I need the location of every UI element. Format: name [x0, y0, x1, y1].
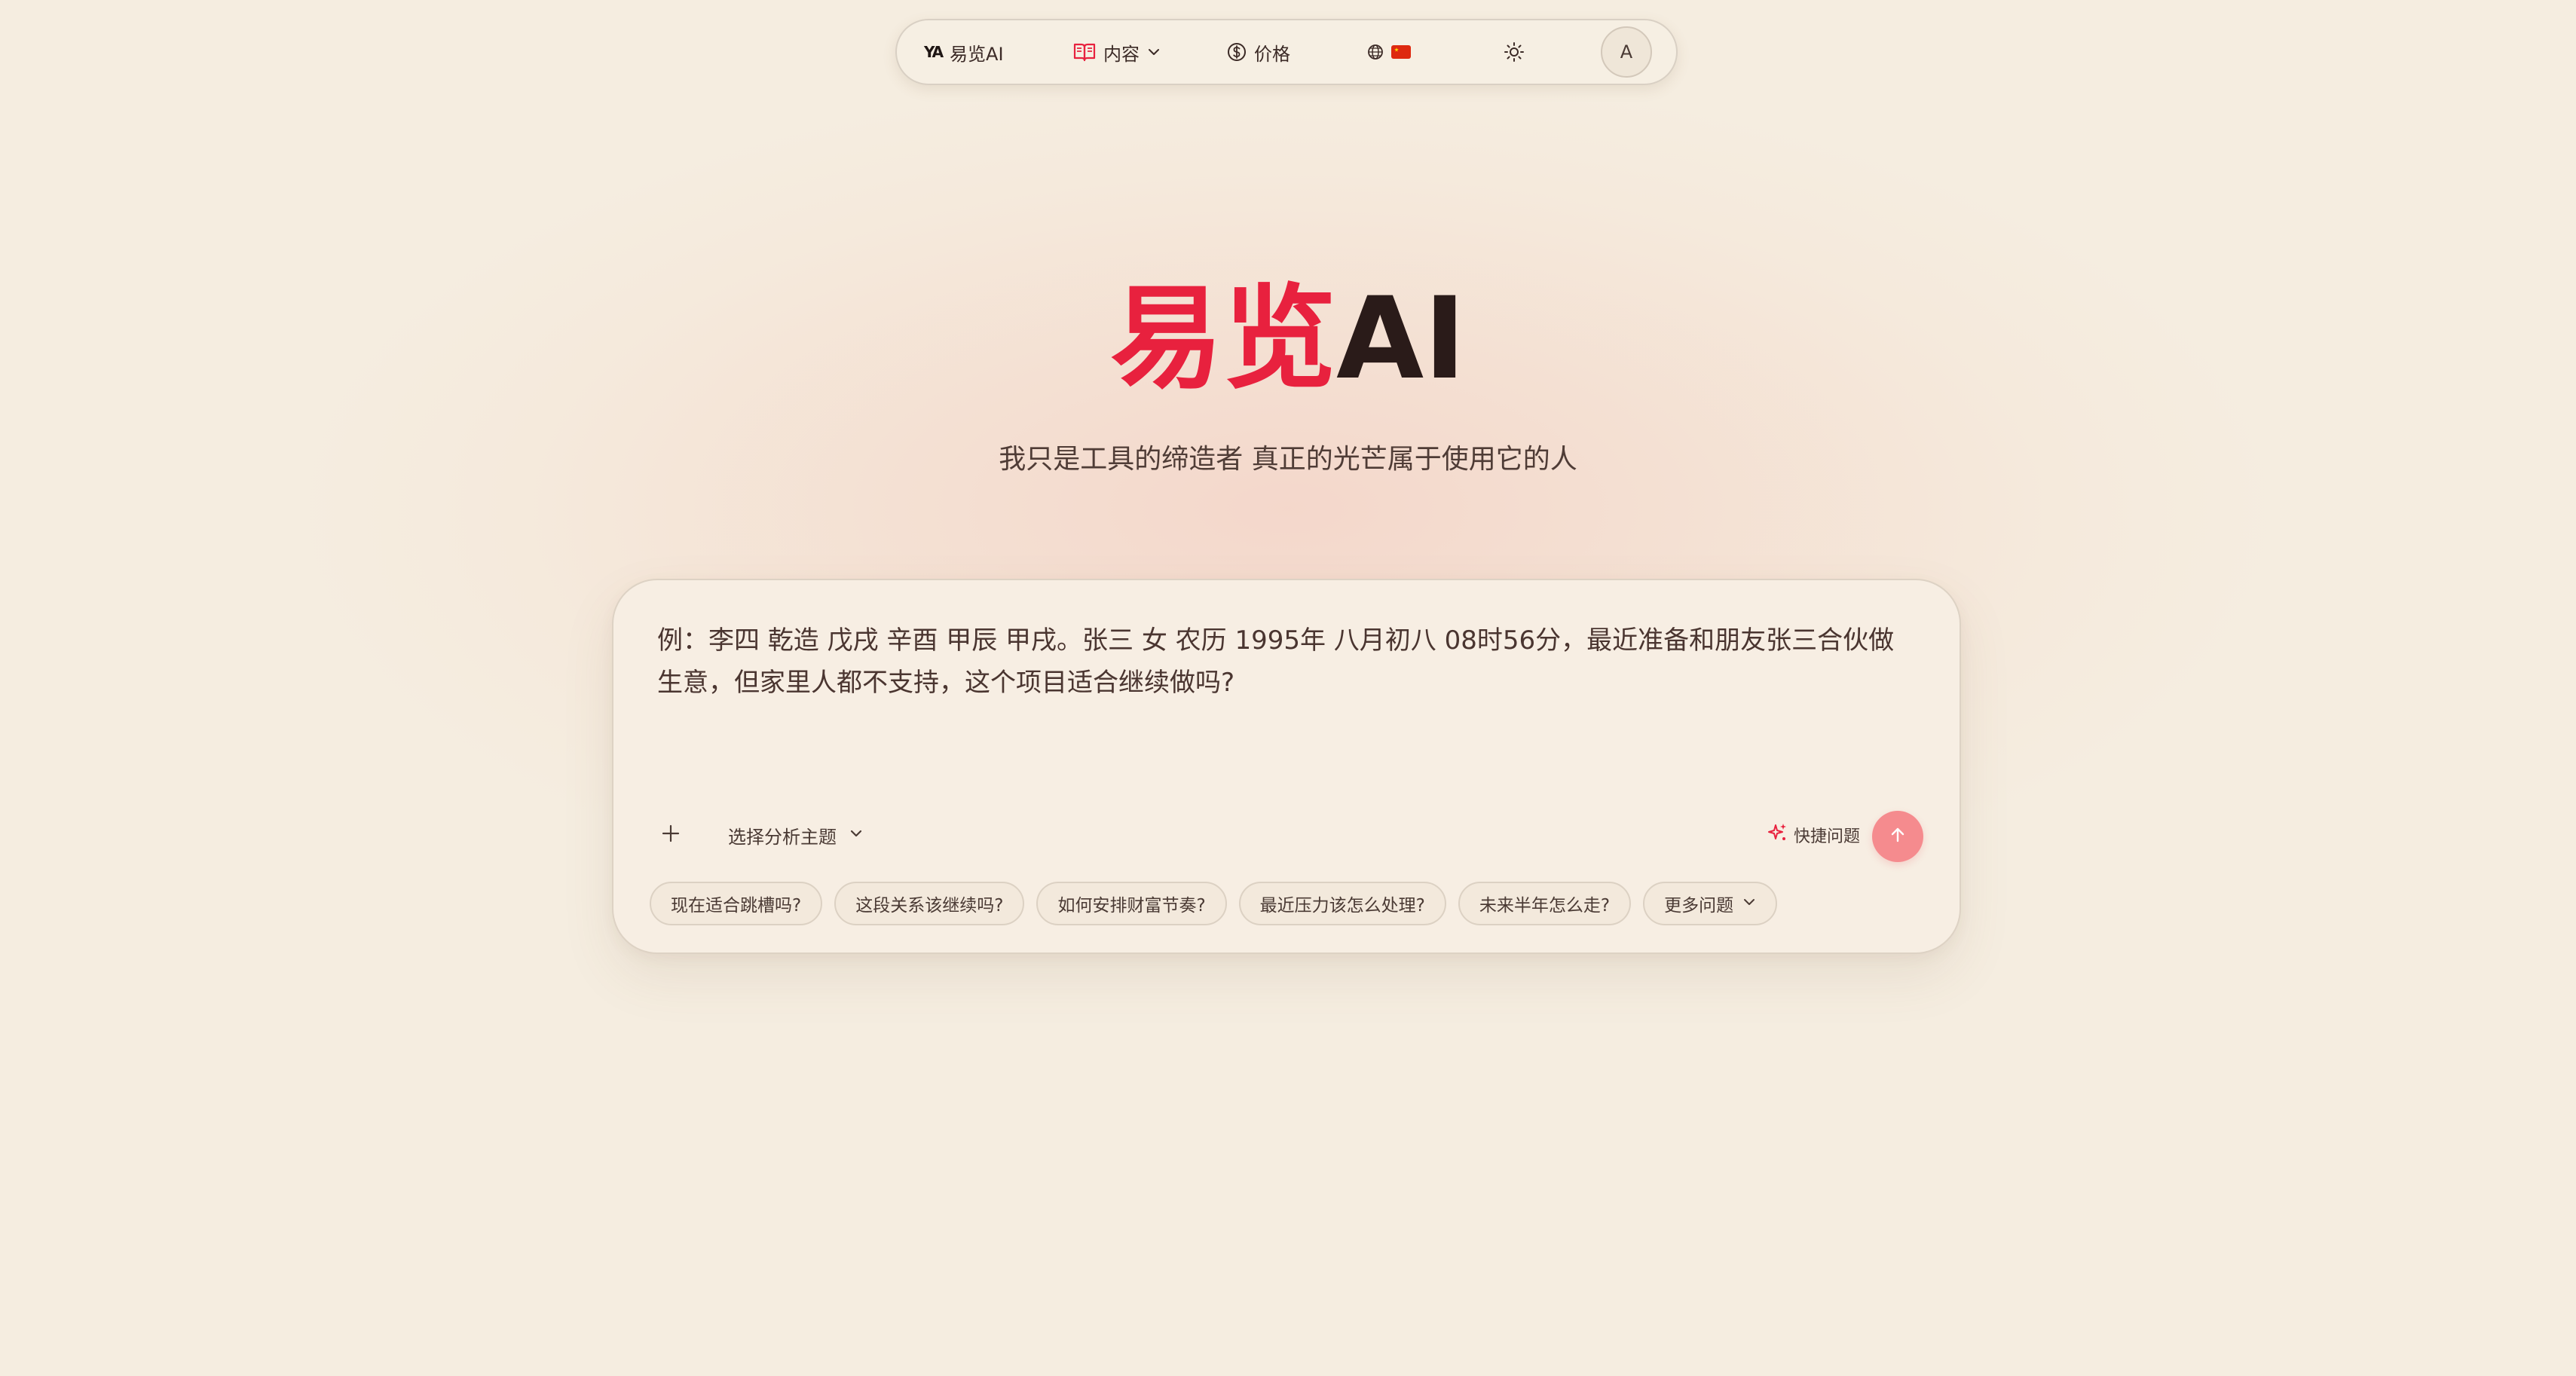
logo-icon: YA — [924, 43, 944, 61]
quick-questions-button[interactable]: 快捷问题 — [1767, 820, 1860, 850]
hero-title: 易览AI — [0, 268, 2576, 411]
plus-icon — [661, 824, 681, 846]
question-composer: 例：李四 乾造 戊戌 辛酉 甲辰 甲戌。张三 女 农历 1995年 八月初八 0… — [612, 579, 1961, 954]
language-switcher[interactable] — [1367, 20, 1411, 84]
hero-title-accent: 易览 — [1110, 274, 1337, 405]
chip-label: 更多问题 — [1664, 896, 1734, 916]
chip-label: 未来半年怎么走? — [1479, 896, 1611, 916]
top-nav: YA 易览AI 内容 价格 A — [895, 19, 1678, 85]
question-input[interactable]: 例：李四 乾造 戊戌 辛酉 甲辰 甲戌。张三 女 农历 1995年 八月初八 0… — [657, 619, 1908, 704]
topic-select-label: 选择分析主题 — [728, 826, 837, 848]
suggestion-chip[interactable]: 现在适合跳槽吗? — [650, 882, 823, 925]
book-icon — [1073, 42, 1096, 62]
send-button[interactable] — [1872, 811, 1923, 862]
dollar-circle-icon — [1227, 42, 1247, 62]
content-label: 内容 — [1103, 43, 1140, 65]
chip-label: 如何安排财富节奏? — [1057, 896, 1206, 916]
chevron-down-icon — [1742, 894, 1756, 913]
pricing-link[interactable]: 价格 — [1227, 20, 1290, 84]
more-questions-button[interactable]: 更多问题 — [1643, 882, 1778, 925]
chip-label: 现在适合跳槽吗? — [671, 896, 802, 916]
arrow-up-icon — [1887, 824, 1908, 849]
sun-icon — [1503, 41, 1525, 63]
sparkle-icon — [1767, 822, 1788, 848]
hero-tagline: 我只是工具的缔造者 真正的光芒属于使用它的人 — [999, 444, 1577, 475]
suggestion-chip[interactable]: 未来半年怎么走? — [1458, 882, 1632, 925]
brand-name: 易览AI — [950, 43, 1004, 65]
theme-toggle[interactable] — [1503, 20, 1525, 84]
chip-label: 这段关系该继续吗? — [855, 896, 1004, 916]
chevron-down-icon — [849, 824, 864, 845]
content-menu[interactable]: 内容 — [1073, 20, 1161, 84]
suggestion-chips: 现在适合跳槽吗? 这段关系该继续吗? 如何安排财富节奏? 最近压力该怎么处理? … — [650, 882, 1778, 925]
suggestion-chip[interactable]: 最近压力该怎么处理? — [1238, 882, 1446, 925]
user-avatar[interactable]: A — [1601, 26, 1652, 78]
globe-icon — [1367, 44, 1384, 60]
brand-link[interactable]: YA 易览AI — [924, 20, 1004, 84]
hero-title-rest: AI — [1336, 274, 1466, 405]
topic-select[interactable]: 选择分析主题 — [728, 820, 864, 850]
china-flag-icon — [1391, 45, 1411, 59]
chip-label: 最近压力该怎么处理? — [1259, 896, 1425, 916]
chevron-down-icon — [1147, 45, 1161, 59]
quick-questions-label: 快捷问题 — [1794, 827, 1861, 846]
add-button[interactable] — [656, 820, 686, 850]
suggestion-chip[interactable]: 如何安排财富节奏? — [1036, 882, 1227, 925]
suggestion-chip[interactable]: 这段关系该继续吗? — [834, 882, 1025, 925]
pricing-label: 价格 — [1254, 43, 1290, 65]
